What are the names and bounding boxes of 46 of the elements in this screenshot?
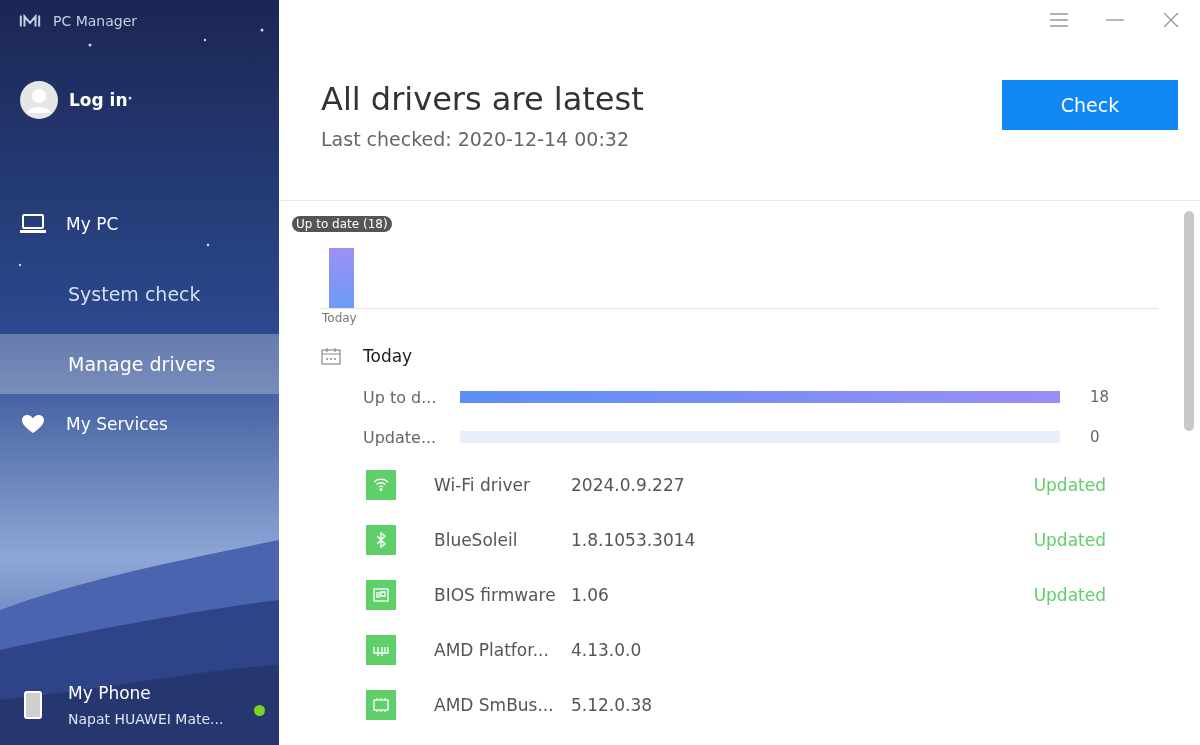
axis-label: Today [322,311,357,325]
last-checked-text: Last checked: 2020-12-14 00:32 [321,128,630,150]
driver-status: Updated [1033,474,1106,495]
summary-count: 0 [1090,428,1100,446]
phone-icon [24,691,42,719]
calendar-icon [321,347,341,365]
status-title: All drivers are latest [321,80,644,118]
close-icon[interactable] [1162,13,1180,27]
driver-version: 4.13.0.0 [571,639,642,660]
summary-label: Update... [363,427,438,447]
chart-tooltip: Up to date (18) [292,216,392,232]
logo-icon [19,14,41,28]
phone-title: My Phone [68,683,152,703]
nav-item[interactable]: System check [0,264,279,324]
avatar-icon [20,81,58,119]
chart-bar [329,248,354,308]
driver-name: AMD Platfor... [434,639,550,660]
driver-name: Wi-Fi driver [434,474,531,495]
driver-version: 2024.0.9.227 [571,474,685,495]
phone-device-name: Napat HUAWEI Mate... [68,711,225,727]
connector-icon [366,634,396,665]
heart-icon [20,414,46,434]
login-link[interactable]: Log in [69,90,128,110]
driver-name: BlueSoleil [434,529,519,550]
driver-status: Updated [1033,529,1106,550]
summary-count: 18 [1090,388,1110,406]
app-title: PC Manager [53,13,138,29]
menu-icon[interactable] [1050,13,1068,27]
bluetooth-icon [366,524,396,555]
section-title: Today [363,346,413,366]
driver-version: 1.06 [571,584,609,605]
driver-status: Updated [1033,584,1106,605]
driver-name: AMD SmBus... [434,694,555,715]
scrollbar-thumb[interactable] [1184,211,1194,431]
summary-label: Up to d... [363,387,438,407]
nav-item[interactable]: My PC [0,194,279,254]
driver-name: BIOS firmware [434,584,557,605]
laptop-icon [20,214,46,234]
driver-version: 1.8.1053.3014 [571,529,696,550]
chip-icon [366,689,396,720]
driver-version: 5.12.0.38 [571,694,653,715]
nav-item[interactable]: Manage drivers [0,334,279,394]
check-button[interactable]: Check [1002,80,1178,130]
board-icon [366,579,396,610]
wifi-icon [366,469,396,500]
nav-item[interactable]: My Services [0,394,279,454]
